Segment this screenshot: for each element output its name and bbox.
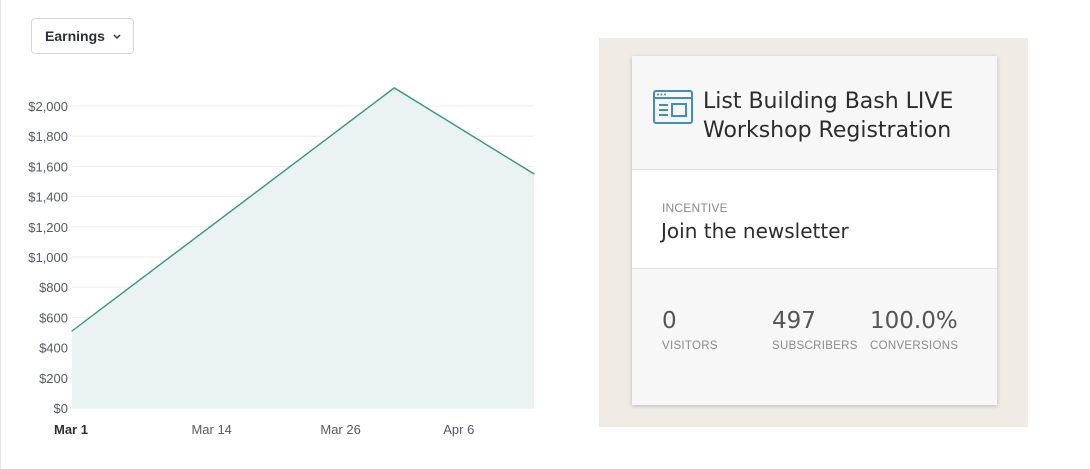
stat-value: 100.0%	[870, 308, 958, 334]
x-tick-label: Mar 26	[320, 422, 360, 437]
x-tick-label: Mar 1	[54, 422, 88, 437]
form-card: List Building Bash LIVE Workshop Registr…	[632, 56, 997, 405]
y-tick-label: $1,400	[28, 190, 68, 205]
stat-label: VISITORS	[662, 340, 718, 352]
browser-window-icon	[653, 90, 693, 124]
y-tick-label: $0	[54, 401, 68, 416]
card-stats: 0 VISITORS 497 SUBSCRIBERS 100.0% CONVER…	[632, 268, 997, 405]
y-tick-label: $1,000	[28, 250, 68, 265]
y-tick-label: $1,800	[28, 129, 68, 144]
stat-value: 0	[662, 308, 677, 334]
stat-label: SUBSCRIBERS	[772, 340, 858, 352]
x-tick-label: Apr 6	[443, 422, 474, 437]
y-tick-label: $600	[39, 310, 68, 325]
y-tick-label: $200	[39, 371, 68, 386]
y-tick-label: $1,600	[28, 159, 68, 174]
stat-label: CONVERSIONS	[870, 340, 959, 352]
stat-visitors: 0 VISITORS	[662, 307, 718, 352]
incentive-value: Join the newsletter	[661, 219, 849, 243]
y-tick-label: $400	[39, 341, 68, 356]
data-point	[71, 330, 73, 332]
earnings-chart: $0 $200 $400 $600 $800 $1,000 $1,200 $1,400 $1,6…	[28, 87, 535, 437]
stat-value: 497	[772, 308, 816, 334]
data-point	[533, 173, 535, 175]
stat-subscribers: 497 SUBSCRIBERS	[772, 307, 858, 352]
x-tick-label: Mar 14	[191, 422, 231, 437]
data-point	[393, 87, 395, 89]
stat-conversions: 100.0% CONVERSIONS	[870, 307, 958, 352]
y-tick-label: $1,200	[28, 220, 68, 235]
card-title: List Building Bash LIVE Workshop Registr…	[703, 89, 954, 143]
incentive-label: INCENTIVE	[662, 201, 728, 215]
y-tick-label: $2,000	[28, 99, 68, 114]
y-tick-label: $800	[39, 280, 68, 295]
card-header: List Building Bash LIVE Workshop Registr…	[632, 56, 997, 170]
